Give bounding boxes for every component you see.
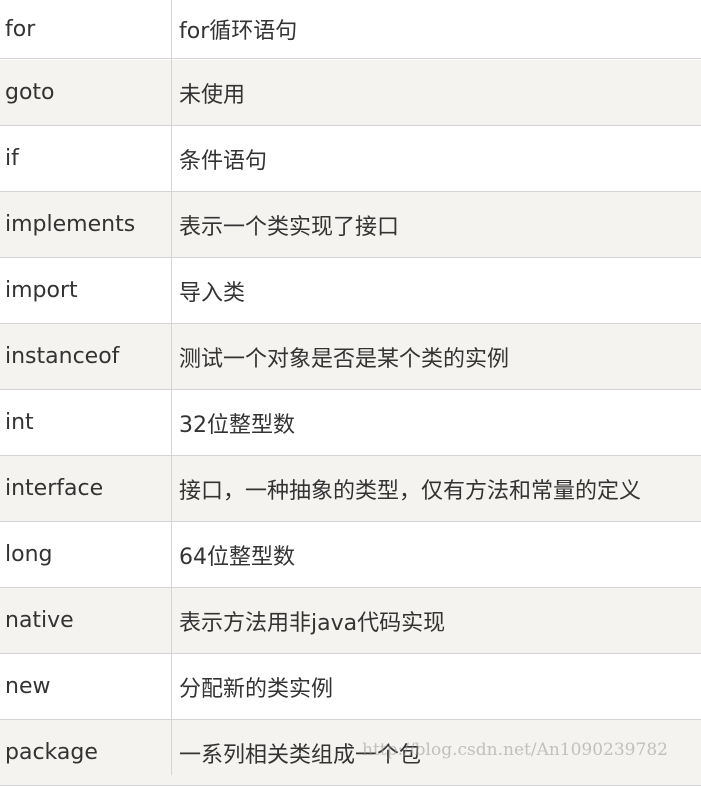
keyword-cell: if xyxy=(5,146,19,171)
table-row: int 32位整型数 xyxy=(0,390,701,456)
table-row: for for循环语句 xyxy=(0,0,701,59)
table-row: import 导入类 xyxy=(0,258,701,324)
keyword-cell: int xyxy=(5,410,34,435)
table-row: implements 表示一个类实现了接口 xyxy=(0,192,701,258)
description-cell: 未使用 xyxy=(179,82,246,108)
description-cell: 测试一个对象是否是某个类的实例 xyxy=(179,346,510,372)
description-cell: 32位整型数 xyxy=(179,412,295,438)
keyword-cell: package xyxy=(5,740,98,765)
table-row: goto 未使用 xyxy=(0,60,701,126)
keyword-cell: long xyxy=(5,542,53,567)
keyword-cell: implements xyxy=(5,212,136,237)
watermark: http://blog.csdn.net/An1090239782 xyxy=(362,740,668,760)
description-cell: 分配新的类实例 xyxy=(179,676,334,702)
table-row: instanceof 测试一个对象是否是某个类的实例 xyxy=(0,324,701,390)
description-cell: 表示一个类实现了接口 xyxy=(179,214,400,240)
column-divider xyxy=(171,0,172,775)
description-cell: 表示方法用非java代码实现 xyxy=(179,610,446,636)
keyword-cell: for xyxy=(5,16,36,42)
table-row: if 条件语句 xyxy=(0,126,701,192)
table-row: native 表示方法用非java代码实现 xyxy=(0,588,701,654)
keyword-cell: instanceof xyxy=(5,344,120,369)
description-cell: for循环语句 xyxy=(179,19,298,44)
table-row: new 分配新的类实例 xyxy=(0,654,701,720)
keyword-cell: new xyxy=(5,674,51,699)
keyword-cell: interface xyxy=(5,476,104,501)
description-cell: 64位整型数 xyxy=(179,544,295,570)
keyword-cell: import xyxy=(5,278,78,303)
table-row: long 64位整型数 xyxy=(0,522,701,588)
description-cell: 条件语句 xyxy=(179,148,268,174)
description-cell: 导入类 xyxy=(179,280,246,306)
table-row: interface 接口，一种抽象的类型，仅有方法和常量的定义 xyxy=(0,456,701,522)
description-cell: 接口，一种抽象的类型，仅有方法和常量的定义 xyxy=(179,478,642,504)
keyword-cell: native xyxy=(5,608,74,633)
keyword-cell: goto xyxy=(5,80,55,105)
